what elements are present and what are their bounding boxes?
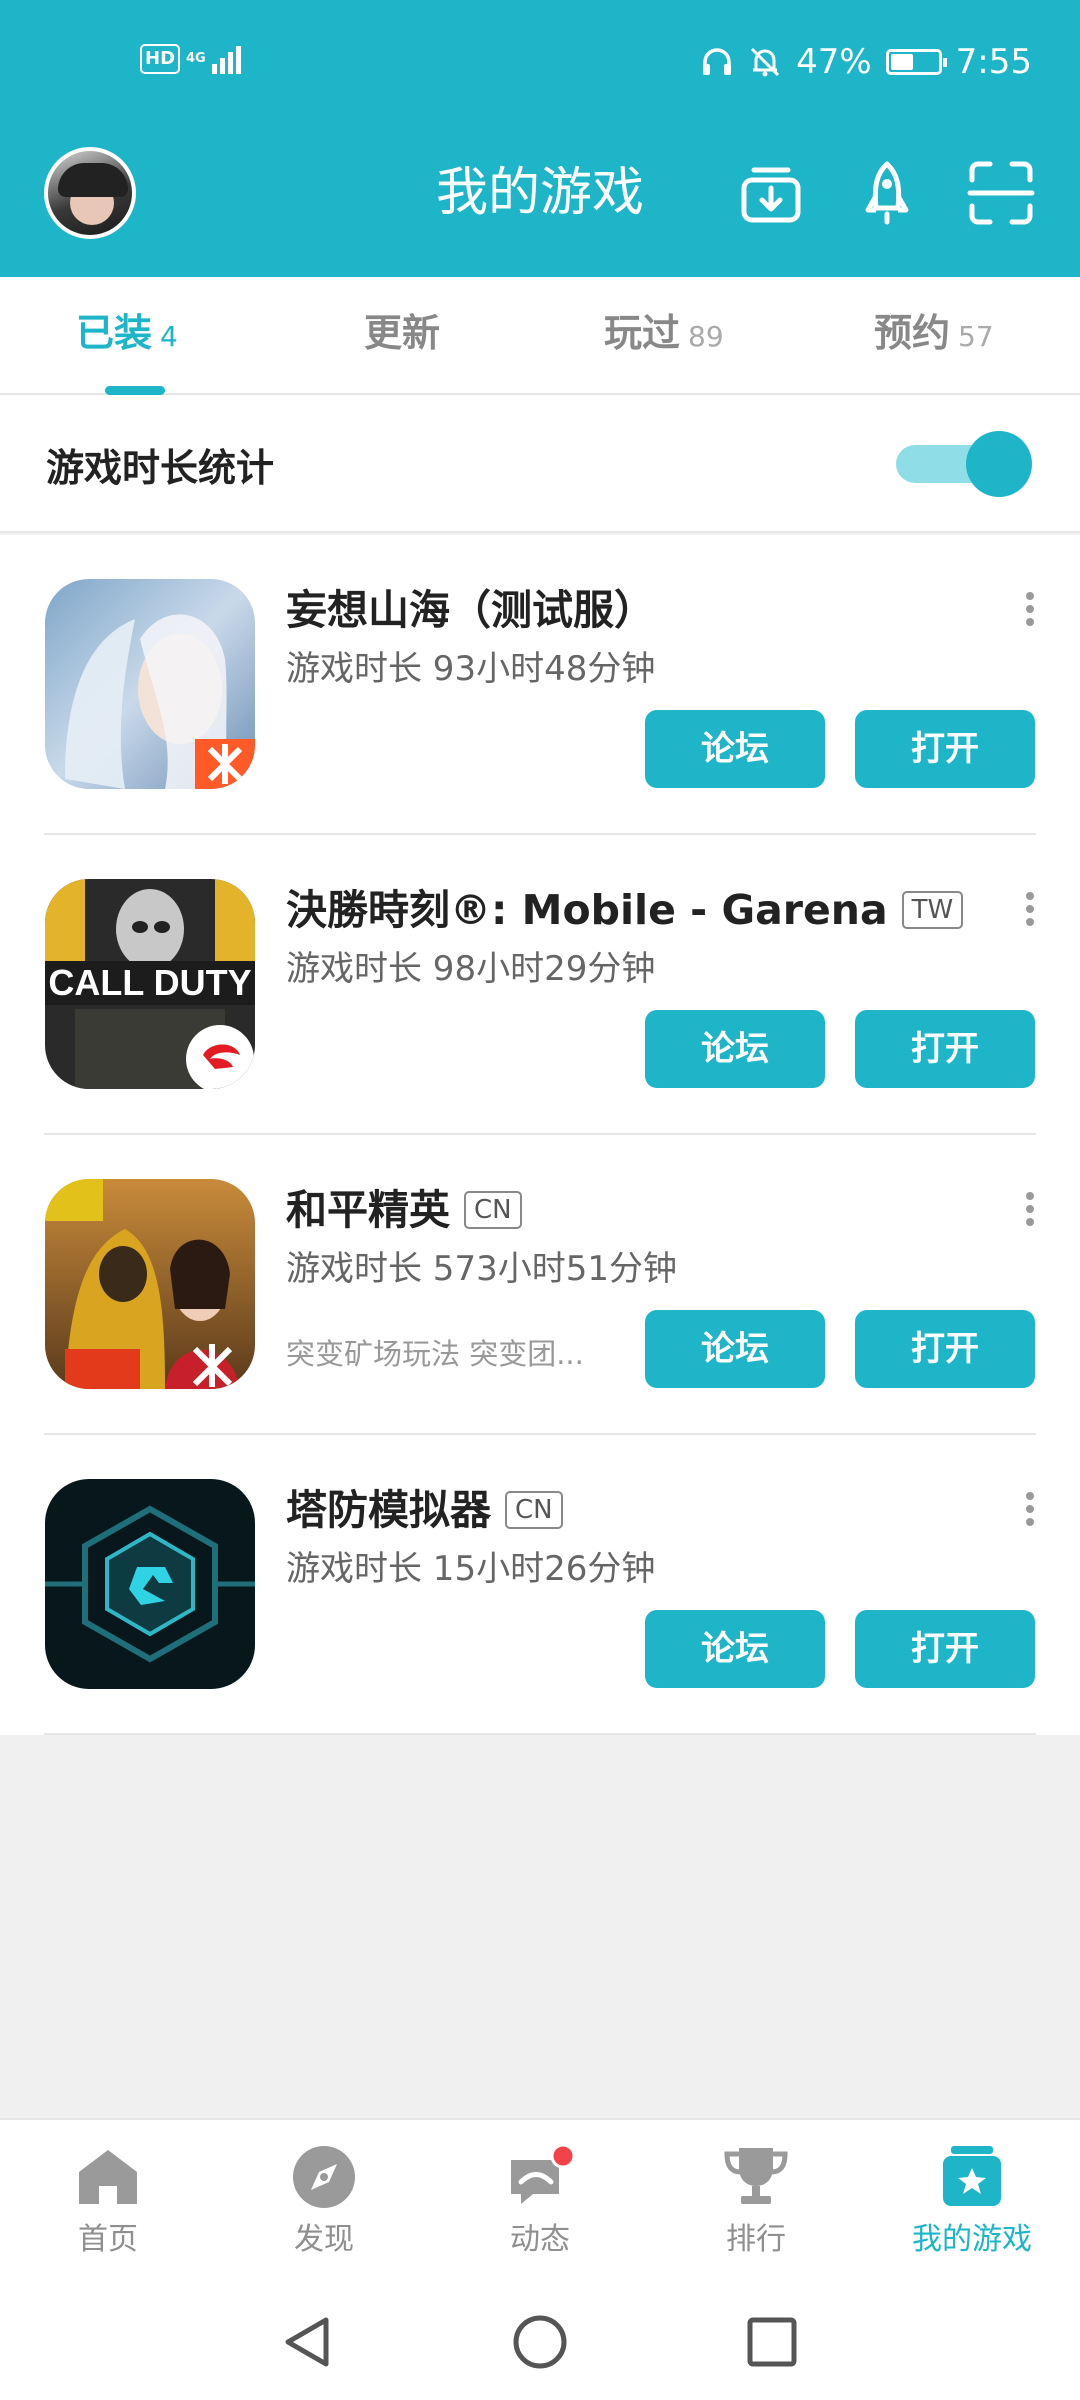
game-playtime: 游戏时长 98小时29分钟 xyxy=(286,949,656,989)
tab-count: 57 xyxy=(958,320,994,353)
tab-played[interactable]: 玩过 89 xyxy=(604,309,724,361)
svg-text:CALL DUTY: CALL DUTY xyxy=(48,962,251,1003)
tab-label: 已装 xyxy=(76,311,153,355)
battery-percent: 47% xyxy=(796,42,872,82)
forum-button[interactable]: 论坛 xyxy=(645,1010,825,1088)
my-games-icon xyxy=(943,2146,1001,2206)
tab-label: 预约 xyxy=(874,311,951,355)
home-circle-icon[interactable] xyxy=(510,2312,570,2372)
game-icon-wangxiang-shanhai[interactable] xyxy=(45,579,255,789)
rocket-boost-icon[interactable] xyxy=(852,158,922,228)
toggle-knob xyxy=(966,431,1032,497)
signal-icon xyxy=(211,44,241,74)
game-name: 塔防模拟器 CN xyxy=(286,1483,563,1537)
recent-apps-icon[interactable] xyxy=(742,2312,802,2372)
game-name-text: 決勝時刻®: Mobile - Garena xyxy=(286,886,888,934)
forum-button[interactable]: 论坛 xyxy=(645,1610,825,1688)
nav-activity[interactable]: 动态 xyxy=(470,2142,610,2258)
system-navigation-bar xyxy=(0,2282,1080,2400)
trophy-icon xyxy=(724,2148,788,2204)
region-badge: CN xyxy=(464,1191,522,1229)
playtime-stats-row: 游戏时长统计 xyxy=(0,395,1080,533)
forum-button[interactable]: 论坛 xyxy=(645,710,825,788)
nav-label: 首页 xyxy=(78,2222,138,2257)
network-type: 4G xyxy=(186,51,206,66)
tab-updates[interactable]: 更新 xyxy=(364,309,440,357)
header: HD 4G 47% 7:55 我的游戏 xyxy=(0,0,1080,277)
game-row[interactable]: 塔防模拟器 CN 游戏时长 15小时26分钟 论坛 打开 xyxy=(0,1435,1080,1735)
nav-ranking[interactable]: 排行 xyxy=(686,2142,826,2258)
game-name: 和平精英 CN xyxy=(286,1183,522,1237)
nav-discover[interactable]: 发现 xyxy=(254,2142,394,2258)
game-row[interactable]: 妄想山海（测试服） 游戏时长 93小时48分钟 论坛 打开 xyxy=(0,535,1080,835)
more-options-icon[interactable] xyxy=(1024,1492,1036,1532)
headset-icon xyxy=(703,48,732,75)
bottom-navigation: 首页 发现 动态 排行 我的游戏 xyxy=(0,2118,1080,2282)
nav-label: 动态 xyxy=(510,2222,570,2257)
game-icon-peacekeeper-elite[interactable] xyxy=(45,1179,255,1389)
home-icon xyxy=(79,2150,137,2204)
playtime-stats-toggle[interactable] xyxy=(896,431,1032,497)
tab-installed[interactable]: 已装 4 xyxy=(76,309,178,361)
app-bar: 我的游戏 xyxy=(0,130,1080,277)
more-options-icon[interactable] xyxy=(1024,892,1036,932)
game-icon-call-of-duty[interactable]: CALL DUTY xyxy=(45,879,255,1089)
row-divider xyxy=(44,1733,1036,1735)
open-button[interactable]: 打开 xyxy=(855,1610,1035,1688)
nav-label: 排行 xyxy=(726,2222,786,2257)
status-bar: HD 4G 47% 7:55 xyxy=(0,0,1080,130)
game-playtime: 游戏时长 15小时26分钟 xyxy=(286,1549,656,1589)
back-icon[interactable] xyxy=(278,2312,338,2372)
chat-icon xyxy=(511,2143,575,2204)
more-options-icon[interactable] xyxy=(1024,1192,1036,1232)
game-name: 決勝時刻®: Mobile - Garena TW xyxy=(286,883,964,937)
nav-home[interactable]: 首页 xyxy=(38,2142,178,2258)
open-button[interactable]: 打开 xyxy=(855,1010,1035,1088)
game-row[interactable]: 和平精英 CN 游戏时长 573小时51分钟 突变矿场玩法 突变团... 论坛 打… xyxy=(0,1135,1080,1435)
tab-bar: 已装 4 更新 玩过 89 预约 57 xyxy=(0,277,1080,395)
game-name-text: 妄想山海（测试服） xyxy=(286,586,655,634)
game-row[interactable]: CALL DUTY 決勝時刻®: Mobile - Garena TW 游戏时长 … xyxy=(0,835,1080,1135)
more-options-icon[interactable] xyxy=(1024,592,1036,632)
game-playtime: 游戏时长 573小时51分钟 xyxy=(286,1249,677,1289)
open-button[interactable]: 打开 xyxy=(855,710,1035,788)
playtime-stats-label: 游戏时长统计 xyxy=(46,446,275,490)
open-button[interactable]: 打开 xyxy=(855,1310,1035,1388)
battery-icon xyxy=(885,49,947,75)
nav-label: 发现 xyxy=(294,2222,354,2257)
tab-count: 4 xyxy=(160,320,178,353)
hd-indicator: HD xyxy=(140,44,181,74)
nav-label: 我的游戏 xyxy=(912,2222,1032,2257)
tab-count: 89 xyxy=(688,320,724,353)
download-manager-icon[interactable] xyxy=(736,158,806,228)
compass-icon xyxy=(293,2146,355,2208)
clock: 7:55 xyxy=(955,42,1032,82)
status-left: HD 4G xyxy=(140,44,241,74)
game-list: 妄想山海（测试服） 游戏时长 93小时48分钟 论坛 打开 CALL DUTY xyxy=(0,535,1080,1735)
status-right: 47% 7:55 xyxy=(700,42,1032,82)
app-root: HD 4G 47% 7:55 我的游戏 已装 4 更新 玩过 89 预约 57 … xyxy=(0,0,1080,2400)
region-badge: CN xyxy=(505,1491,563,1529)
scan-icon[interactable] xyxy=(966,158,1036,228)
game-description: 突变矿场玩法 突变团... xyxy=(286,1337,584,1371)
game-icon-tower-defense-simulator[interactable] xyxy=(45,1479,255,1689)
forum-button[interactable]: 论坛 xyxy=(645,1310,825,1388)
region-badge: TW xyxy=(901,891,964,929)
game-name-text: 塔防模拟器 xyxy=(286,1486,491,1534)
game-name: 妄想山海（测试服） xyxy=(286,583,655,637)
game-playtime: 游戏时长 93小时48分钟 xyxy=(286,649,656,689)
mute-bell-icon xyxy=(751,47,780,77)
tab-reserved[interactable]: 预约 57 xyxy=(874,309,994,361)
nav-my-games[interactable]: 我的游戏 xyxy=(902,2142,1042,2258)
active-tab-indicator xyxy=(105,386,165,395)
tab-label: 玩过 xyxy=(604,311,681,355)
game-name-text: 和平精英 xyxy=(286,1186,450,1234)
tab-label: 更新 xyxy=(364,311,441,355)
